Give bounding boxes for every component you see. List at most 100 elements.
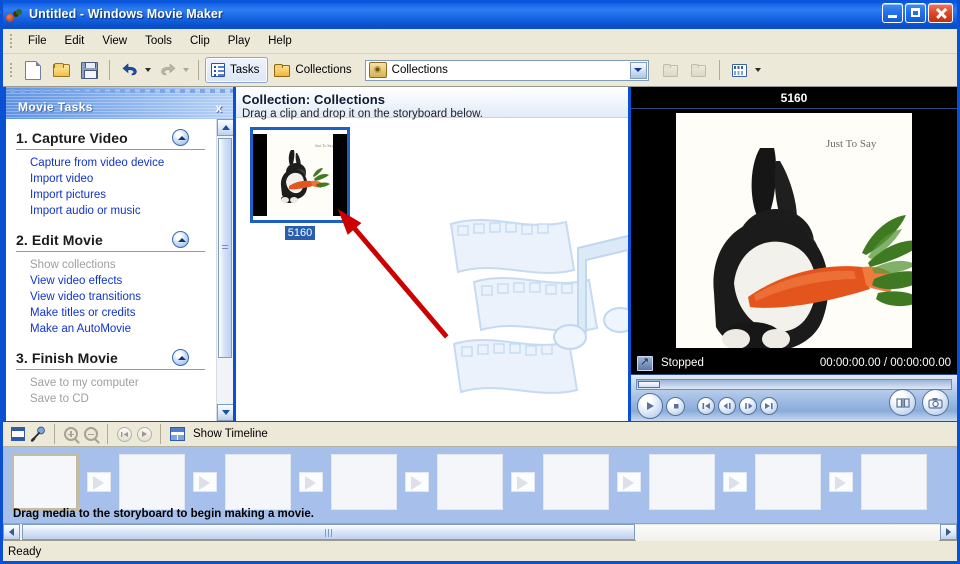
storyboard-frame[interactable]	[11, 453, 79, 511]
toolbar-gripper[interactable]	[7, 61, 15, 79]
task-capture-from-video-device[interactable]: Capture from video device	[30, 155, 205, 171]
timeline-icon	[169, 427, 185, 441]
views-dropdown-caret[interactable]	[754, 68, 761, 72]
scroll-left-button[interactable]	[3, 524, 20, 540]
storyboard-frame[interactable]	[331, 454, 397, 510]
task-group-edit-movie-header[interactable]: 2. Edit Movie	[16, 227, 205, 248]
seek-thumb[interactable]	[638, 381, 660, 388]
previous-frame-button[interactable]	[697, 397, 715, 415]
storyboard-horizontal-scrollbar[interactable]	[3, 523, 957, 541]
stop-button[interactable]	[666, 396, 685, 416]
storyboard-frame[interactable]	[225, 454, 291, 510]
movie-tasks-scrollbar[interactable]	[216, 119, 233, 421]
collections-combobox[interactable]: Collections	[364, 59, 649, 81]
step-back-button[interactable]	[718, 397, 736, 415]
storyboard-transition-slot[interactable]	[723, 472, 747, 492]
storyboard-transition-slot[interactable]	[87, 472, 111, 492]
new-folder-icon	[662, 63, 679, 77]
task-make-an-automovie[interactable]: Make an AutoMovie	[30, 321, 205, 337]
play-button[interactable]	[637, 393, 663, 419]
storyboard-area[interactable]: Drag media to the storyboard to begin ma…	[3, 447, 957, 523]
redo-dropdown-caret[interactable]	[183, 68, 189, 72]
menu-edit[interactable]: Edit	[56, 32, 94, 50]
toolbar-separator	[109, 60, 110, 80]
scrollbar-grip	[324, 529, 333, 537]
storyboard-transition-slot[interactable]	[511, 472, 535, 492]
redo-button[interactable]	[154, 56, 182, 84]
scroll-down-button[interactable]	[217, 404, 233, 421]
movie-maker-window: Untitled - Windows Movie Maker File Edit…	[0, 0, 960, 564]
menu-view[interactable]: View	[93, 32, 136, 50]
storyboard-transition-slot[interactable]	[299, 472, 323, 492]
play-timeline-icon	[136, 426, 152, 442]
collection-pane: Collection: Collections Drag a clip and …	[236, 87, 631, 421]
storyboard-view-button[interactable]	[8, 424, 28, 444]
show-timeline-label[interactable]: Show Timeline	[193, 428, 268, 440]
take-picture-button[interactable]	[922, 389, 949, 416]
menu-help[interactable]: Help	[259, 32, 301, 50]
split-clip-button[interactable]	[889, 389, 916, 416]
narrate-timeline-button[interactable]	[28, 424, 48, 444]
maximize-button[interactable]	[905, 3, 926, 23]
new-collection-folder-button[interactable]	[657, 56, 685, 84]
next-frame-button[interactable]	[760, 397, 778, 415]
preview-video-area[interactable]: Just To Say	[631, 109, 957, 352]
undo-button[interactable]	[116, 56, 144, 84]
views-button[interactable]	[726, 56, 754, 84]
clip-item-5160[interactable]: Just To Say 5160	[250, 127, 350, 240]
floppy-disk-icon	[80, 61, 98, 79]
storyboard-frame[interactable]	[861, 454, 927, 510]
title-app-name: Windows Movie Maker	[87, 7, 223, 21]
collections-toggle-button[interactable]: Collections	[268, 57, 360, 83]
collections-combobox-dropdown[interactable]	[629, 61, 647, 79]
scroll-right-button[interactable]	[940, 524, 957, 540]
menu-clip[interactable]: Clip	[181, 32, 219, 50]
menu-play[interactable]: Play	[219, 32, 259, 50]
collection-content-area[interactable]: Just To Say 5160	[236, 124, 628, 421]
menu-gripper[interactable]	[7, 32, 15, 50]
storyboard-frame[interactable]	[119, 454, 185, 510]
clip-thumbnail[interactable]: Just To Say	[250, 127, 350, 223]
storyboard-frame[interactable]	[437, 454, 503, 510]
storyboard-transition-slot[interactable]	[617, 472, 641, 492]
task-group-capture-video-header[interactable]: 1. Capture Video	[16, 125, 205, 146]
scrollbar-thumb[interactable]	[218, 138, 232, 358]
open-project-button[interactable]	[47, 56, 75, 84]
tasks-toggle-button[interactable]: Tasks	[205, 57, 269, 83]
close-button[interactable]	[928, 3, 953, 23]
menu-file[interactable]: File	[19, 32, 56, 50]
up-one-level-button[interactable]	[685, 56, 713, 84]
movie-tasks-close-button[interactable]: x	[215, 102, 222, 114]
storyboard-frame[interactable]	[755, 454, 821, 510]
storyboard-toolbar-separator	[54, 424, 55, 444]
collapse-capture-video-icon[interactable]	[172, 129, 189, 146]
scroll-up-button[interactable]	[217, 119, 233, 136]
task-group-finish-movie-header[interactable]: 3. Finish Movie	[16, 345, 205, 366]
task-import-audio-or-music[interactable]: Import audio or music	[30, 203, 205, 219]
task-import-pictures[interactable]: Import pictures	[30, 187, 205, 203]
chevron-up-icon	[221, 125, 230, 130]
scrollbar-track[interactable]	[636, 524, 939, 541]
collapse-finish-movie-icon[interactable]	[172, 349, 189, 366]
horizontal-scrollbar-thumb[interactable]	[22, 524, 635, 540]
storyboard-frame[interactable]	[649, 454, 715, 510]
menu-tools[interactable]: Tools	[136, 32, 181, 50]
storyboard-frame[interactable]	[543, 454, 609, 510]
storyboard-transition-slot[interactable]	[405, 472, 429, 492]
step-forward-button[interactable]	[739, 397, 757, 415]
task-import-video[interactable]: Import video	[30, 171, 205, 187]
minimize-button[interactable]	[882, 3, 903, 23]
task-make-titles-or-credits[interactable]: Make titles or credits	[30, 305, 205, 321]
fullscreen-icon[interactable]	[637, 355, 653, 371]
new-project-button[interactable]	[19, 56, 47, 84]
task-view-video-effects[interactable]: View video effects	[30, 273, 205, 289]
collapse-edit-movie-icon[interactable]	[172, 231, 189, 248]
storyboard-transition-slot[interactable]	[193, 472, 217, 492]
show-timeline-button[interactable]	[167, 424, 187, 444]
storyboard-transition-slot[interactable]	[829, 472, 853, 492]
new-document-icon	[25, 60, 41, 80]
undo-dropdown-caret[interactable]	[145, 68, 151, 72]
task-save-to-cd: Save to CD	[30, 393, 89, 405]
save-project-button[interactable]	[75, 56, 103, 84]
task-view-video-transitions[interactable]: View video transitions	[30, 289, 205, 305]
